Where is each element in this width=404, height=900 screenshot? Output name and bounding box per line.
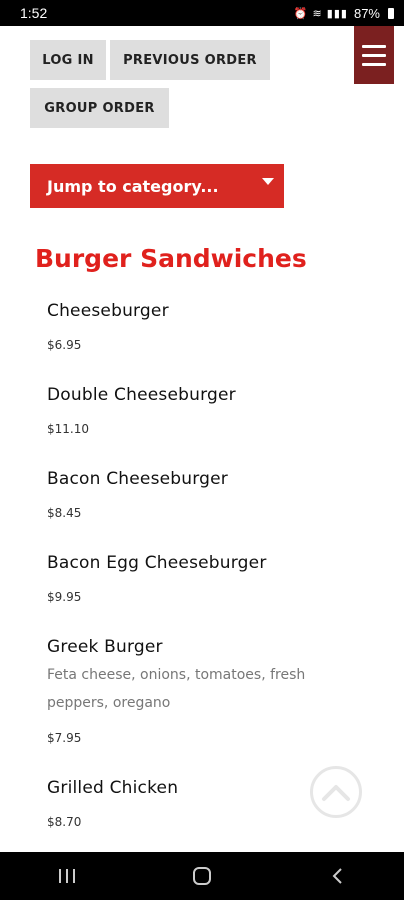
menu-item-name[interactable]: Bacon Egg Cheeseburger	[47, 553, 267, 573]
login-button[interactable]: LOG IN	[30, 40, 106, 80]
menu-item-name[interactable]: Cheeseburger	[47, 301, 169, 321]
category-select-value: Jump to category...	[47, 176, 219, 196]
menu-item-price: $8.70	[47, 815, 82, 829]
back-button[interactable]	[307, 852, 367, 900]
menu-item-price: $6.95	[47, 338, 82, 352]
previous-order-button[interactable]: PREVIOUS ORDER	[110, 40, 270, 80]
hamburger-menu-button[interactable]	[354, 26, 394, 84]
menu-item-name[interactable]: Double Cheeseburger	[47, 385, 236, 405]
menu-icon	[362, 44, 386, 48]
caret-down-icon	[262, 178, 274, 185]
menu-item-name[interactable]: Greek Burger	[47, 637, 163, 657]
home-icon	[192, 867, 211, 885]
group-order-button[interactable]: GROUP ORDER	[30, 88, 169, 128]
chevron-up-icon	[322, 785, 350, 801]
menu-item-price: $11.10	[47, 422, 89, 436]
status-time: 1:52	[20, 5, 48, 21]
scroll-to-top-button[interactable]	[310, 766, 362, 818]
status-bar: 1:52 ⏰ ≋ ▮▮▮ 87%	[0, 0, 404, 26]
recent-apps-button[interactable]	[37, 852, 97, 900]
system-navigation-bar	[0, 852, 404, 900]
menu-item-price: $7.95	[47, 731, 82, 745]
battery-icon	[388, 7, 394, 19]
menu-item-name[interactable]: Grilled Chicken	[47, 778, 178, 798]
status-indicators: ⏰ ≋ ▮▮▮ 87%	[294, 6, 394, 21]
menu-item-name[interactable]: Bacon Cheeseburger	[47, 469, 228, 489]
battery-percent: 87%	[353, 5, 380, 21]
home-button[interactable]	[172, 852, 232, 900]
section-title: Burger Sandwiches	[35, 244, 307, 273]
menu-item-price: $8.45	[47, 506, 82, 520]
status-icons: ⏰ ≋ ▮▮▮	[293, 7, 348, 20]
menu-item-description: Feta cheese, onions, tomatoes, fresh pep…	[47, 667, 306, 711]
back-icon	[332, 868, 342, 884]
category-select[interactable]: Jump to category...	[30, 164, 284, 208]
menu-item-price: $9.95	[47, 590, 82, 604]
recent-apps-icon	[59, 869, 76, 883]
